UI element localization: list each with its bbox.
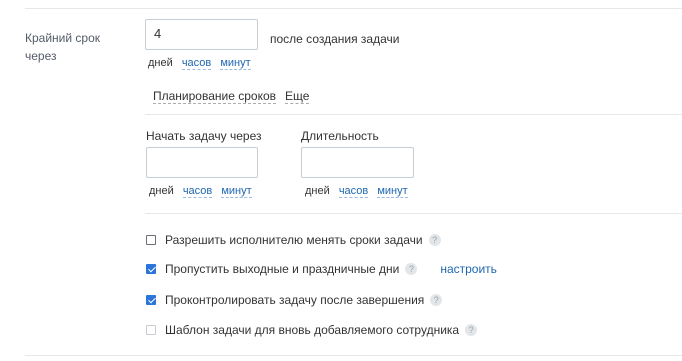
help-icon[interactable]: ?: [430, 294, 443, 306]
option-label: Проконтролировать задачу после завершени…: [165, 293, 425, 307]
checkbox-allow-change-deadline[interactable]: [146, 235, 156, 245]
option-template-new-employee[interactable]: Шаблон задачи для вновь добавляемого сот…: [146, 323, 478, 337]
tab-more[interactable]: Еще: [285, 89, 310, 104]
deadline-input[interactable]: 4: [145, 19, 258, 50]
duration-units: дней часов минут: [305, 185, 414, 198]
deadline-unit-hours[interactable]: часов: [181, 57, 212, 70]
tab-planning[interactable]: Планирование сроков: [153, 89, 277, 104]
checkbox-control-after-completion[interactable]: [146, 295, 156, 305]
options-divider: [145, 213, 682, 214]
planning-divider: [145, 114, 682, 115]
help-icon[interactable]: ?: [465, 324, 478, 336]
bottom-divider: [25, 355, 682, 356]
start-unit-hours[interactable]: часов: [182, 185, 213, 198]
help-icon[interactable]: ?: [428, 234, 441, 246]
help-icon[interactable]: ?: [405, 263, 418, 275]
start-units: дней часов минут: [149, 185, 258, 198]
duration-label: Длительность: [301, 129, 379, 143]
option-control-after-completion[interactable]: Проконтролировать задачу после завершени…: [146, 293, 443, 307]
duration-input[interactable]: [301, 147, 414, 178]
configure-link[interactable]: настроить: [440, 262, 497, 276]
deadline-unit-days[interactable]: дней: [148, 57, 173, 69]
deadline-units: дней часов минут: [148, 57, 257, 70]
checkbox-template-new-employee: [146, 325, 156, 335]
option-label: Шаблон задачи для вновь добавляемого сот…: [165, 323, 460, 337]
option-skip-weekends[interactable]: Пропустить выходные и праздничные дни ? …: [146, 262, 497, 276]
deadline-label: Крайний срок через: [25, 31, 101, 63]
checkbox-skip-weekends[interactable]: [146, 264, 156, 274]
top-divider: [25, 8, 682, 9]
duration-unit-days[interactable]: дней: [305, 185, 330, 197]
option-label: Пропустить выходные и праздничные дни: [165, 262, 400, 276]
deadline-suffix: после создания задачи: [270, 32, 400, 46]
start-label: Начать задачу через: [146, 129, 262, 143]
option-label: Разрешить исполнителю менять сроки задач…: [165, 233, 423, 247]
start-unit-minutes[interactable]: минут: [221, 185, 252, 198]
deadline-unit-minutes[interactable]: минут: [220, 57, 251, 70]
duration-unit-minutes[interactable]: минут: [377, 185, 408, 198]
option-allow-change-deadline[interactable]: Разрешить исполнителю менять сроки задач…: [146, 233, 441, 247]
start-unit-days[interactable]: дней: [149, 185, 174, 197]
duration-unit-hours[interactable]: часов: [338, 185, 369, 198]
start-input[interactable]: [146, 147, 258, 178]
